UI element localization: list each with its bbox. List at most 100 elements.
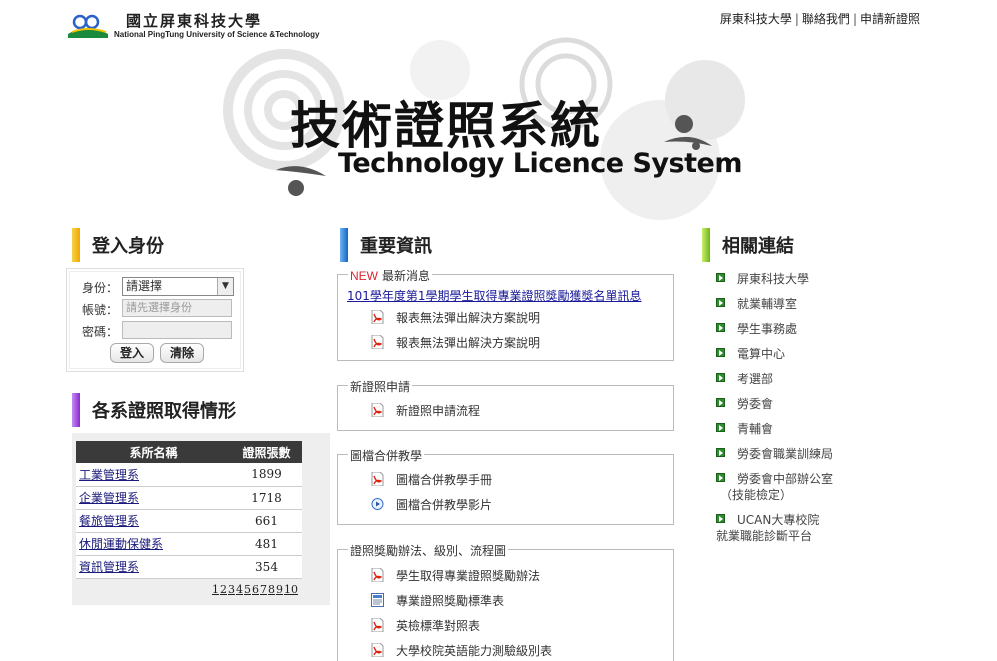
related-link[interactable]: 電算中心 — [737, 347, 785, 361]
account-label: 帳號： — [82, 303, 119, 317]
table-row: 工業管理系 1899 — [76, 463, 302, 487]
banner-title: 技術證照系統 — [290, 97, 602, 155]
page-link[interactable]: 3 — [228, 583, 235, 596]
doc-link[interactable]: 圖檔合併教學影片 — [396, 496, 492, 513]
doc-link[interactable]: 圖檔合併教學手冊 — [396, 471, 492, 488]
related-link[interactable]: 屏東科技大學 — [737, 272, 809, 286]
related-link[interactable]: 勞委會 — [737, 397, 773, 411]
related-link-item: 屏東科技大學 — [716, 271, 809, 287]
list-item: 新證照申請流程 — [371, 402, 480, 418]
related-link-line2[interactable]: 就業職能診斷平台 — [716, 529, 812, 543]
info-section-header: 重要資訊 — [340, 228, 432, 262]
dept-link[interactable]: 資訊管理系 — [79, 560, 139, 574]
related-link[interactable]: 勞委會職業訓練局 — [737, 447, 833, 461]
dept-link[interactable]: 企業管理系 — [79, 491, 139, 505]
table-row: 餐旅管理系 661 — [76, 509, 302, 533]
bullet-icon — [716, 298, 725, 307]
login-form-inner: 身份： 請選擇 ▼ 帳號： 請先選擇身份 密碼： 登入 清除 — [69, 271, 241, 369]
pdf-icon — [371, 309, 384, 325]
identity-label: 身份： — [82, 281, 119, 295]
login-section-header: 登入身份 — [72, 228, 164, 262]
page-link[interactable]: 10 — [284, 583, 298, 596]
bullet-icon — [716, 473, 725, 482]
top-link-apply[interactable]: 申請新證照 — [860, 12, 920, 26]
pdf-icon — [371, 402, 384, 418]
account-input[interactable]: 請先選擇身份 — [122, 299, 232, 317]
login-form: 身份： 請選擇 ▼ 帳號： 請先選擇身份 密碼： 登入 清除 — [66, 268, 244, 372]
dept-count-cell: 1899 — [231, 463, 302, 487]
news-fieldset: NEW 最新消息 101學年度第1學期學生取得專業證照獎勵獲獎名單訊息 報表無法彈… — [337, 267, 674, 361]
page-link[interactable]: 5 — [244, 583, 251, 596]
doc-link[interactable]: 大學校院英語能力測驗級別表 — [396, 642, 552, 659]
related-link-item: 勞委會職業訓練局 — [716, 446, 833, 462]
page-link[interactable]: 6 — [252, 583, 259, 596]
chevron-down-icon[interactable]: ▼ — [217, 278, 233, 295]
info-heading: 重要資訊 — [360, 236, 432, 257]
page-link[interactable]: 9 — [276, 583, 283, 596]
related-link-item: 學生事務處 — [716, 321, 797, 337]
related-link[interactable]: UCAN大專校院 — [737, 513, 819, 527]
news-legend: NEW 最新消息 — [348, 267, 433, 284]
dept-count-cell: 661 — [231, 509, 302, 533]
bullet-icon — [716, 273, 725, 282]
page-link[interactable]: 1 — [212, 583, 219, 596]
logo-chinese-name: 國立屏東科技大學 — [126, 12, 263, 30]
list-item: 大學校院英語能力測驗級別表 — [371, 642, 552, 658]
account-row: 帳號： — [82, 301, 120, 318]
related-link[interactable]: 學生事務處 — [737, 322, 797, 336]
identity-select[interactable]: 請選擇 ▼ — [122, 277, 234, 296]
password-input[interactable] — [122, 321, 232, 339]
related-link-item: UCAN大專校院就業職能診斷平台 — [716, 512, 819, 544]
doc-link[interactable]: 學生取得專業證照獎勵辦法 — [396, 567, 540, 584]
table-row: 休閒運動保健系 481 — [76, 532, 302, 556]
list-item: 圖檔合併教學手冊 — [371, 471, 492, 487]
separator: | — [852, 12, 857, 26]
clear-button[interactable]: 清除 — [160, 343, 204, 363]
dept-link[interactable]: 餐旅管理系 — [79, 514, 139, 528]
dept-name-cell: 工業管理系 — [76, 463, 231, 487]
video-icon — [371, 497, 384, 511]
dept-link[interactable]: 工業管理系 — [79, 468, 139, 482]
dept-link[interactable]: 休閒運動保健系 — [79, 537, 163, 551]
top-link-contact[interactable]: 聯絡我們 — [802, 12, 850, 26]
dept-name-cell: 餐旅管理系 — [76, 509, 231, 533]
doc-link[interactable]: 新證照申請流程 — [396, 402, 480, 419]
pdf-icon — [371, 642, 384, 658]
news-notice-link[interactable]: 101學年度第1學期學生取得專業證照獎勵獲獎名單訊息 — [347, 287, 642, 304]
dept-count-cell: 354 — [231, 555, 302, 579]
doc-link[interactable]: 英檢標準對照表 — [396, 617, 480, 634]
doc-link[interactable]: 報表無法彈出解決方案說明 — [396, 334, 540, 351]
dept-panel: 系所名稱 證照張數 工業管理系 1899 企業管理系 1718 餐旅管理系 66… — [72, 433, 330, 605]
document-icon — [371, 593, 384, 607]
logo-english-name: National PingTung University of Science … — [114, 30, 320, 39]
related-link-line2[interactable]: （技能檢定） — [720, 488, 792, 502]
related-link-item: 勞委會中部辦公室 （技能檢定） — [716, 471, 833, 503]
page-link[interactable]: 7 — [260, 583, 267, 596]
bullet-icon — [716, 514, 725, 523]
login-heading: 登入身份 — [92, 236, 164, 257]
separator: | — [794, 12, 799, 26]
doc-link[interactable]: 報表無法彈出解決方案說明 — [396, 309, 540, 326]
login-button[interactable]: 登入 — [110, 343, 154, 363]
page-link[interactable]: 4 — [236, 583, 243, 596]
related-link[interactable]: 考選部 — [737, 372, 773, 386]
top-links: 屏東科技大學 | 聯絡我們 | 申請新證照 — [720, 10, 920, 27]
dept-count-cell: 1718 — [231, 486, 302, 510]
apply-fieldset: 新證照申請 新證照申請流程 — [337, 378, 674, 431]
top-link-university[interactable]: 屏東科技大學 — [720, 12, 792, 26]
apply-legend: 新證照申請 — [348, 378, 413, 395]
teaching-fieldset: 圖檔合併教學 圖檔合併教學手冊 圖檔合併教學影片 — [337, 447, 674, 525]
page-link[interactable]: 8 — [268, 583, 275, 596]
page-link[interactable]: 2 — [220, 583, 227, 596]
pdf-icon — [371, 334, 384, 350]
related-link-item: 考選部 — [716, 371, 773, 387]
doc-link[interactable]: 專業證照獎勵標準表 — [396, 592, 504, 609]
university-logo-icon — [68, 14, 108, 38]
related-link[interactable]: 青輔會 — [737, 422, 773, 436]
bullet-icon — [716, 373, 725, 382]
related-link-item: 電算中心 — [716, 346, 785, 362]
news-legend-text: 最新消息 — [382, 269, 431, 283]
university-logo[interactable]: 國立屏東科技大學 National PingTung University of… — [66, 10, 346, 44]
related-link[interactable]: 就業輔導室 — [737, 297, 797, 311]
related-link[interactable]: 勞委會中部辦公室 — [737, 472, 833, 486]
